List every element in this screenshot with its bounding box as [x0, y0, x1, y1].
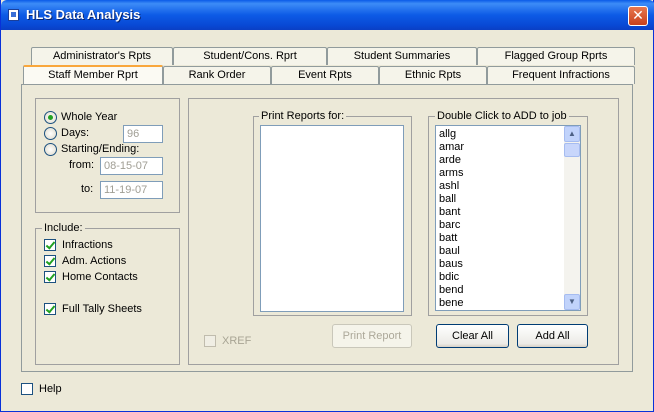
checkbox-label: XREF: [222, 335, 252, 347]
close-button[interactable]: ✕: [628, 6, 648, 26]
checkbox-home-contacts[interactable]: Home Contacts: [44, 270, 138, 284]
radio-button[interactable]: [44, 126, 57, 140]
list-item[interactable]: arms: [436, 167, 580, 180]
checkbox-full-tally-sheets[interactable]: Full Tally Sheets: [44, 302, 142, 316]
add-to-job-title: Double Click to ADD to job: [435, 110, 569, 122]
tab-rank-order[interactable]: Rank Order: [163, 66, 271, 84]
checkbox-help[interactable]: Help: [21, 382, 62, 396]
include-group-title: Include:: [42, 222, 85, 234]
chevron-down-icon: ▼: [568, 297, 576, 306]
radio-button[interactable]: [44, 110, 57, 124]
list-item[interactable]: baul: [436, 245, 580, 258]
print-for-list[interactable]: [260, 125, 404, 312]
list-item[interactable]: bend: [436, 284, 580, 297]
tab-flagged-group-rprts[interactable]: Flagged Group Rprts: [477, 47, 635, 65]
checkbox-label: Home Contacts: [62, 271, 138, 283]
close-icon: ✕: [632, 7, 644, 23]
list-item[interactable]: barc: [436, 219, 580, 232]
list-item[interactable]: ashl: [436, 180, 580, 193]
days-input[interactable]: 96: [123, 125, 163, 143]
checkbox-label: Infractions: [62, 239, 113, 251]
radio-label: Days:: [61, 127, 90, 139]
title-bar: HLS Data Analysis ✕: [1, 0, 654, 30]
list-item[interactable]: ball: [436, 193, 580, 206]
list-item[interactable]: baus: [436, 258, 580, 271]
print-report-button[interactable]: Print Report: [332, 324, 412, 348]
checkbox[interactable]: [44, 303, 56, 315]
tab-frequent-infractions[interactable]: Frequent Infractions: [487, 66, 635, 84]
checkbox-label: Full Tally Sheets: [62, 303, 142, 315]
staff-list[interactable]: allg amar arde arms ashl ball bant barc …: [435, 125, 581, 311]
add-all-button[interactable]: Add All: [517, 324, 588, 348]
chevron-up-icon: ▲: [568, 129, 576, 138]
checkbox-label: Adm. Actions: [62, 255, 127, 267]
tab-staff-member-rprt[interactable]: Staff Member Rprt: [23, 65, 163, 84]
list-item[interactable]: batt: [436, 232, 580, 245]
print-for-title: Print Reports for:: [259, 110, 347, 122]
checkbox[interactable]: [204, 335, 216, 347]
clear-all-button[interactable]: Clear All: [436, 324, 509, 348]
checkbox-infractions[interactable]: Infractions: [44, 238, 113, 252]
checkbox[interactable]: [44, 271, 56, 283]
vertical-scrollbar[interactable]: ▲ ▼: [564, 126, 580, 310]
radio-starting-ending[interactable]: Starting/Ending:: [44, 142, 139, 156]
tab-event-rpts[interactable]: Event Rpts: [271, 66, 379, 84]
list-item[interactable]: arde: [436, 154, 580, 167]
to-label: to:: [81, 183, 94, 195]
radio-label: Starting/Ending:: [61, 143, 140, 155]
radio-label: Whole Year: [61, 111, 118, 123]
checkbox[interactable]: [44, 255, 56, 267]
from-label: from:: [69, 159, 95, 171]
to-date-input[interactable]: 11-19-07: [100, 181, 163, 199]
radio-button[interactable]: [44, 142, 57, 156]
tab-ethnic-rpts[interactable]: Ethnic Rpts: [379, 66, 487, 84]
checkbox-xref[interactable]: XREF: [204, 334, 251, 348]
checkbox[interactable]: [44, 239, 56, 251]
list-item[interactable]: allg: [436, 128, 580, 141]
tab-student-summaries[interactable]: Student Summaries: [327, 47, 477, 65]
checkbox-label: Help: [39, 383, 62, 395]
radio-days[interactable]: Days:: [44, 126, 89, 140]
tab-student-cons-rprt[interactable]: Student/Cons. Rprt: [173, 47, 327, 65]
window-title: HLS Data Analysis: [26, 7, 141, 22]
scroll-thumb[interactable]: [564, 143, 580, 157]
checkbox-adm-actions[interactable]: Adm. Actions: [44, 254, 126, 268]
app-icon: [8, 9, 19, 21]
tab-administrators-rpts[interactable]: Administrator's Rpts: [31, 47, 173, 65]
scroll-down-button[interactable]: ▼: [564, 294, 580, 310]
list-item[interactable]: amar: [436, 141, 580, 154]
list-item[interactable]: bant: [436, 206, 580, 219]
from-date-input[interactable]: 08-15-07: [100, 157, 163, 175]
list-item[interactable]: bene: [436, 297, 580, 310]
app-window: HLS Data Analysis ✕ Administrator's Rpts…: [0, 0, 654, 412]
radio-whole-year[interactable]: Whole Year: [44, 110, 117, 124]
checkbox[interactable]: [21, 383, 33, 395]
list-item[interactable]: bdic: [436, 271, 580, 284]
scroll-up-button[interactable]: ▲: [564, 126, 580, 142]
